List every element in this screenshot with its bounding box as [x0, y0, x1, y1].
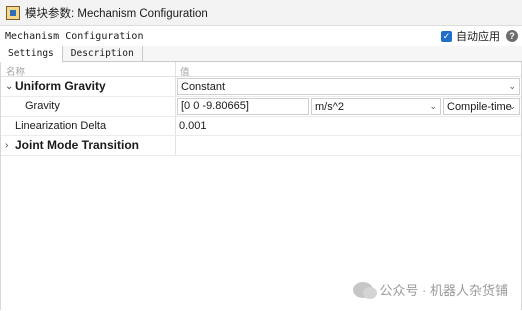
row-uniform-gravity: ⌄ Uniform Gravity Constant ⌄ [1, 77, 521, 97]
column-name-header: 名称 [6, 67, 26, 78]
linearization-delta-label: Linearization Delta [15, 120, 107, 132]
auto-apply-checkbox[interactable]: ✓ [441, 30, 452, 42]
uniform-gravity-value: Constant [181, 80, 226, 93]
linearization-delta-value[interactable]: 0.001 [179, 117, 207, 136]
gravity-mode-value: Compile-time [447, 100, 512, 113]
gravity-label: Gravity [25, 100, 60, 112]
column-header: 名称 值 [1, 62, 521, 78]
tab-description[interactable]: Description [63, 46, 143, 62]
gravity-value-field[interactable]: [0 0 -9.80665] [177, 98, 309, 115]
title-bar: 模块参数: Mechanism Configuration [0, 0, 522, 26]
watermark: 公众号 · 机器人杂货铺 [353, 280, 508, 299]
row-linearization-delta: Linearization Delta 0.001 [1, 117, 521, 136]
chevron-down-icon: ⌄ [508, 101, 516, 111]
window-title: 模块参数: Mechanism Configuration [25, 7, 208, 20]
block-parameters-icon [6, 5, 20, 20]
chevron-down-icon: ⌄ [508, 81, 516, 91]
tab-settings[interactable]: Settings [0, 46, 63, 63]
wechat-icon [353, 281, 378, 299]
chevron-down-icon[interactable]: ⌄ [5, 77, 15, 96]
gravity-unit-value: m/s^2 [315, 100, 344, 113]
block-name-label: Mechanism Configuration [5, 30, 144, 42]
watermark-text: 公众号 · 机器人杂货铺 [379, 283, 508, 298]
joint-mode-transition-label: Joint Mode Transition [15, 138, 140, 152]
row-joint-mode-transition: › Joint Mode Transition [1, 136, 521, 156]
chevron-right-icon[interactable]: › [5, 136, 15, 155]
gravity-unit-select[interactable]: m/s^2 ⌄ [311, 98, 441, 115]
help-icon[interactable]: ? [506, 30, 518, 42]
uniform-gravity-label: Uniform Gravity [15, 79, 106, 93]
parameter-grid: 名称 值 ⌄ Uniform Gravity Constant ⌄ Gravit… [0, 62, 522, 310]
gravity-mode-select[interactable]: Compile-time ⌄ [443, 98, 520, 115]
uniform-gravity-select[interactable]: Constant ⌄ [177, 78, 520, 95]
auto-apply-toggle[interactable]: ✓ 自动应用 ? [441, 28, 518, 44]
row-gravity: Gravity [0 0 -9.80665] m/s^2 ⌄ Compile-t… [1, 97, 521, 117]
column-value-header: 值 [180, 67, 190, 78]
auto-apply-label: 自动应用 [456, 31, 500, 43]
tab-bar: Settings Description [0, 46, 522, 63]
chevron-down-icon: ⌄ [429, 101, 437, 111]
dialog-header: Mechanism Configuration ✓ 自动应用 ? [0, 26, 522, 46]
